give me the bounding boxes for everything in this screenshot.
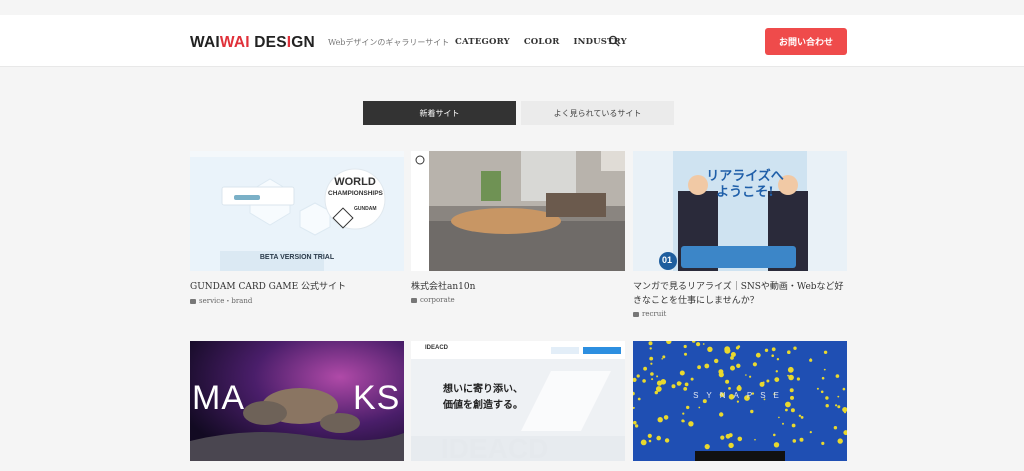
thumb-text: ようこそ! xyxy=(716,185,774,200)
site-logo[interactable]: WAIWAI DESIGN xyxy=(190,34,315,52)
logo-part-accent: WAI xyxy=(219,34,250,51)
thumb-text: IDEACD xyxy=(425,345,449,351)
nav-color[interactable]: COLOR xyxy=(524,37,560,47)
site-thumbnail[interactable]: リアライズへ ようこそ! 01 xyxy=(633,151,847,271)
site-tagline: Webデザインのギャラリーサイト xyxy=(328,38,450,47)
thumb-text: 価値を創造する。 xyxy=(443,400,523,411)
tab-new-sites[interactable]: 新着サイト xyxy=(363,101,516,125)
thumb-text: CHAMPIONSHIPS xyxy=(328,190,383,197)
site-title[interactable]: GUNDAM CARD GAME 公式サイト xyxy=(190,280,404,294)
site-title[interactable]: 株式会社an10n xyxy=(411,280,625,294)
site-thumbnail[interactable]: SYNAPSE xyxy=(633,341,847,461)
category-label: corporate xyxy=(420,296,455,304)
site-thumbnail[interactable] xyxy=(411,151,625,271)
thumb-text: BETA VERSION TRIAL xyxy=(259,254,335,261)
site-title[interactable]: マンガで見るリアライズ｜SNSや動画・Webなど好きなことを仕事にしませんか？ xyxy=(633,280,847,308)
listing-tabs: 新着サイト よく見られているサイト xyxy=(363,101,674,125)
site-card[interactable]: MA KS xyxy=(190,341,404,461)
thumb-text: MA xyxy=(192,379,245,417)
logo-part: WAI xyxy=(190,34,220,51)
nav-category[interactable]: CATEGORY xyxy=(455,37,510,47)
logo-part: GN xyxy=(291,34,315,51)
site-thumbnail[interactable]: WORLD CHAMPIONSHIPS GUNDAM BETA VERSION … xyxy=(190,151,404,271)
site-category[interactable]: recruit xyxy=(633,310,847,318)
site-category[interactable]: corporate xyxy=(411,296,625,304)
thumb-text: GUNDAM xyxy=(354,206,377,212)
site-category[interactable]: service・brand xyxy=(190,296,404,306)
site-card[interactable]: 株式会社an10n corporate xyxy=(411,151,625,304)
site-card[interactable]: IDEACD 想いに寄り添い、 価値を創造する。 IDEACD xyxy=(411,341,625,461)
site-thumbnail[interactable]: MA KS xyxy=(190,341,404,461)
site-header: WAIWAI DESIGN Webデザインのギャラリーサイト CATEGORY … xyxy=(0,15,1024,67)
thumb-text: KS xyxy=(353,379,401,417)
thumb-text: 01 xyxy=(662,255,673,265)
thumb-text: SYNAPSE xyxy=(693,391,787,400)
thumb-text: 想いに寄り添い、 xyxy=(443,384,523,395)
site-card[interactable]: SYNAPSE xyxy=(633,341,847,461)
thumb-text: WORLD xyxy=(334,176,376,188)
logo-part: DES xyxy=(254,34,287,51)
folder-icon xyxy=(190,298,196,304)
thumb-text: IDEACD xyxy=(441,433,549,461)
category-label: recruit xyxy=(642,310,667,318)
site-thumbnail[interactable]: IDEACD 想いに寄り添い、 価値を創造する。 IDEACD xyxy=(411,341,625,461)
category-label: service・brand xyxy=(199,297,253,305)
contact-button[interactable]: お問い合わせ xyxy=(765,28,847,55)
folder-icon xyxy=(633,311,639,317)
site-card[interactable]: WORLD CHAMPIONSHIPS GUNDAM BETA VERSION … xyxy=(190,151,404,306)
tab-popular-sites[interactable]: よく見られているサイト xyxy=(521,101,674,125)
site-card[interactable]: リアライズへ ようこそ! 01 マンガで見るリアライズ｜SNSや動画・Webなど… xyxy=(633,151,847,318)
folder-icon xyxy=(411,297,417,303)
main-nav: CATEGORY COLOR INDUSTRY xyxy=(455,37,627,47)
search-icon[interactable] xyxy=(608,35,620,47)
thumb-text: リアライズへ xyxy=(706,169,784,184)
